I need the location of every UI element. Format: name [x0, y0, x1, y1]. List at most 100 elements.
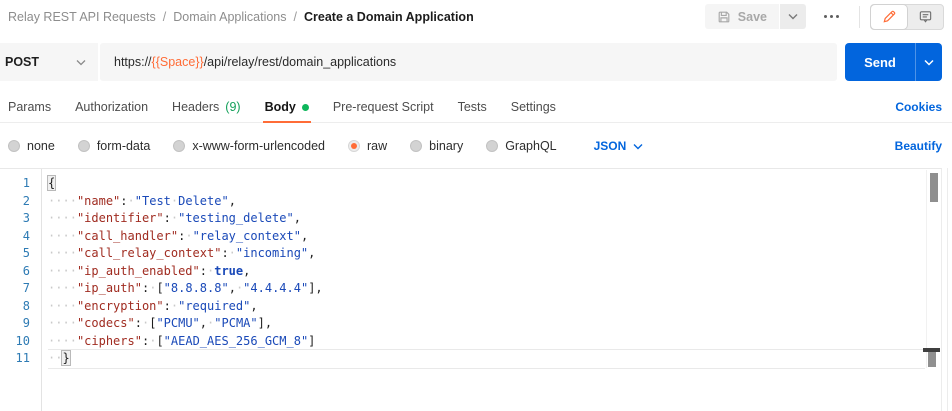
whitespace-dot: ·	[62, 281, 69, 295]
line-number: 2	[0, 193, 41, 211]
tab-tests[interactable]: Tests	[458, 92, 487, 122]
request-tabs: Params Authorization Headers(9) Body Pre-req…	[0, 92, 952, 123]
pencil-icon	[882, 9, 897, 24]
whitespace-dot: ·	[62, 334, 69, 348]
radio-icon[interactable]	[486, 140, 498, 152]
code-line-2: ····"name":·"Test·Delete",	[48, 193, 925, 211]
body-mode-none[interactable]: none	[8, 139, 55, 153]
breadcrumb-item-domain-applications[interactable]: Domain Applications	[173, 10, 286, 24]
divider	[859, 6, 860, 28]
code-token: "testing_delete"	[178, 211, 294, 225]
code-token: "PCMU"	[156, 316, 199, 330]
editor-scrollbar-thumb[interactable]	[930, 173, 938, 202]
code-token: :	[164, 299, 171, 313]
whitespace-dot: ·	[70, 194, 77, 208]
breadcrumb-item-relay-rest-api-requests[interactable]: Relay REST API Requests	[8, 10, 156, 24]
code-line-7: ····"ip_auth":·["8.8.8.8",·"4.4.4.4"],	[48, 280, 925, 298]
code-line-8: ····"encryption":·"required",	[48, 298, 925, 316]
method-label: POST	[5, 55, 39, 69]
tab-settings[interactable]: Settings	[511, 92, 556, 122]
whitespace-dot: ·	[62, 264, 69, 278]
code-line-10: ····"ciphers":·["AEAD_AES_256_GCM_8"]	[48, 333, 925, 351]
breadcrumb-separator: /	[294, 10, 297, 24]
line-number: 3	[0, 210, 41, 228]
whitespace-dot: ·	[171, 194, 178, 208]
whitespace-dot: ·	[62, 229, 69, 243]
page-scroll-edge	[947, 168, 948, 411]
line-number: 8	[0, 298, 41, 316]
code-token: ,	[294, 211, 301, 225]
editor-scrollbar-track[interactable]	[926, 170, 941, 368]
whitespace-dot: ·	[62, 246, 69, 260]
code-token: ····	[48, 316, 77, 330]
save-dropdown-button[interactable]	[780, 4, 806, 29]
body-mode-x-www-form-urlencoded[interactable]: x-www-form-urlencoded	[173, 139, 325, 153]
code-line-11: ··}	[48, 350, 925, 368]
save-label: Save	[738, 10, 767, 24]
whitespace-dot: ·	[70, 246, 77, 260]
code-line-9: ····"codecs":·["PCMU",·"PCMA"],	[48, 315, 925, 333]
comments-button[interactable]	[907, 5, 943, 29]
code-token: ,	[243, 264, 250, 278]
language-select[interactable]: JSON	[594, 139, 644, 153]
cookies-link[interactable]: Cookies	[895, 100, 942, 114]
more-options-button[interactable]	[814, 9, 849, 24]
body-mode-label: raw	[367, 139, 387, 153]
editor-hscrollbar-thumb[interactable]	[928, 352, 936, 367]
line-number: 11	[0, 350, 41, 368]
editor-code[interactable]: {····"name":·"Test·Delete",····"identifi…	[42, 169, 941, 411]
code-token: ·	[185, 229, 192, 243]
whitespace-dot: ·	[70, 229, 77, 243]
radio-icon[interactable]	[8, 140, 20, 152]
whitespace-dot: ·	[70, 281, 77, 295]
radio-icon[interactable]	[410, 140, 422, 152]
code-token: ,	[229, 194, 236, 208]
edit-mode-button[interactable]	[871, 5, 907, 29]
tab-pre-request-script[interactable]: Pre-request Script	[333, 92, 434, 122]
save-icon	[717, 10, 731, 24]
tab-body[interactable]: Body	[265, 92, 309, 122]
tab-params[interactable]: Params	[8, 92, 51, 122]
tab-label: Body	[265, 100, 296, 114]
breadcrumb-item-create-a-domain-application[interactable]: Create a Domain Application	[304, 10, 474, 24]
tab-label: Headers	[172, 100, 219, 114]
code-token: ····	[48, 299, 77, 313]
body-mode-form-data[interactable]: form-data	[78, 139, 151, 153]
language-label: JSON	[594, 139, 627, 153]
body-mode-binary[interactable]: binary	[410, 139, 463, 153]
whitespace-dot: ·	[70, 211, 77, 225]
chevron-down-icon	[788, 13, 798, 20]
body-mode-graphql[interactable]: GraphQL	[486, 139, 556, 153]
comment-icon	[918, 9, 933, 24]
code-token: ····	[48, 211, 77, 225]
radio-icon[interactable]	[78, 140, 90, 152]
code-token: "required"	[178, 299, 250, 313]
body-mode-raw[interactable]: raw	[348, 139, 387, 153]
send-dropdown-button[interactable]	[915, 43, 942, 81]
tab-headers[interactable]: Headers(9)	[172, 92, 241, 122]
radio-icon[interactable]	[348, 140, 360, 152]
radio-icon[interactable]	[173, 140, 185, 152]
code-token: ,	[301, 229, 308, 243]
code-token: :	[135, 316, 142, 330]
tab-label: Settings	[511, 100, 556, 114]
code-token: ]	[308, 334, 315, 348]
url-path: /api/relay/rest/domain_applications	[204, 55, 396, 69]
code-token: "Test·Delete"	[135, 194, 229, 208]
code-token: true	[214, 264, 243, 278]
code-editor[interactable]: 1234567891011 {····"name":·"Test·Delete"…	[0, 168, 942, 411]
code-token: ····	[48, 229, 77, 243]
send-button[interactable]: Send	[845, 43, 915, 81]
code-token: "relay_context"	[193, 229, 301, 243]
code-token: ····	[48, 194, 77, 208]
beautify-link[interactable]: Beautify	[895, 139, 942, 153]
url-variable: {{Space}}	[152, 55, 204, 69]
save-button[interactable]: Save	[705, 4, 779, 29]
code-token: ····	[48, 281, 77, 295]
method-select[interactable]: POST	[0, 43, 98, 81]
line-number: 4	[0, 228, 41, 246]
url-input[interactable]: https://{{Space}}/api/relay/rest/domain_…	[100, 43, 837, 81]
code-token: "encryption"	[77, 299, 164, 313]
code-token: ····	[48, 246, 77, 260]
tab-authorization[interactable]: Authorization	[75, 92, 148, 122]
